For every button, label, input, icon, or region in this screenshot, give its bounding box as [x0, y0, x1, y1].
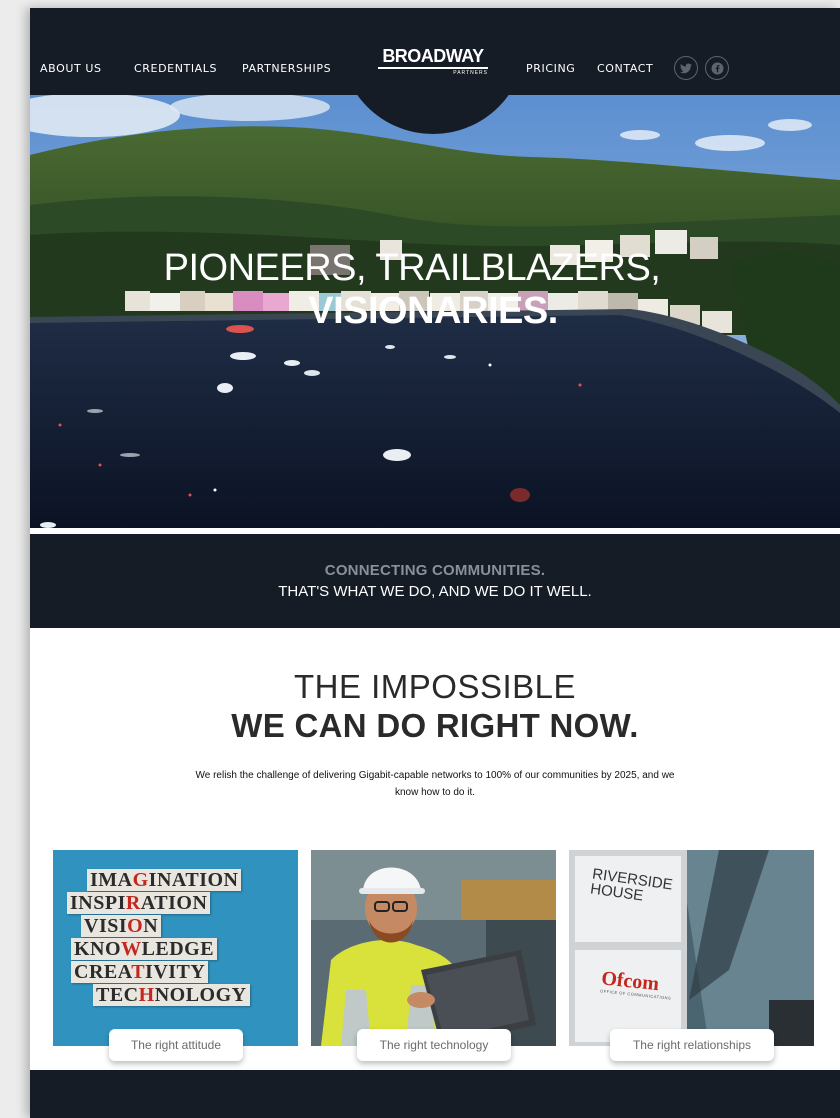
banner-heading: CONNECTING COMMUNITIES.	[324, 562, 546, 579]
word-red-letter: R	[125, 892, 141, 914]
word-red-letter: H	[138, 984, 155, 1006]
word-part: IVITY	[145, 961, 206, 983]
section-title-light: THE IMPOSSIBLE	[293, 668, 577, 705]
nav-about-us[interactable]: ABOUT US	[40, 62, 102, 75]
word-part: LEDGE	[141, 938, 215, 960]
word-vision: VISION	[81, 915, 162, 937]
word-knowledge: KNOWLEDGE	[71, 938, 218, 960]
engineer-photo	[311, 850, 556, 1046]
twitter-link[interactable]	[674, 56, 698, 80]
word-technology: TECHNOLOGY	[93, 984, 250, 1006]
word-part: ATION	[140, 892, 208, 914]
hero-heading-bold: VISIONARIES.	[30, 290, 840, 333]
nav-credentials[interactable]: CREDENTIALS	[134, 62, 217, 75]
word-inspiration: INSPIRATION	[67, 892, 211, 914]
word-part: TEC	[96, 984, 139, 1006]
window-top-gutter	[0, 0, 840, 8]
hero-section: PIONEERS, TRAILBLAZERS, VISIONARIES.	[30, 95, 840, 528]
word-part: CREA	[74, 961, 132, 983]
nav-partnerships[interactable]: PARTNERSHIPS	[242, 62, 331, 75]
word-part: IMA	[90, 869, 133, 891]
window-left-gutter	[0, 0, 30, 1118]
logo-sub-text: PARTNERS	[453, 70, 488, 76]
word-creativity: CREATIVITY	[71, 961, 209, 983]
facebook-link[interactable]	[705, 56, 729, 80]
word-red-letter: O	[127, 915, 144, 937]
facebook-icon	[711, 62, 723, 74]
word-part: VISI	[84, 915, 128, 937]
card-attitude-image[interactable]: IMAGINATION INSPIRATION VISION KNOWLEDGE…	[53, 850, 298, 1046]
page: ABOUT US CREDENTIALS PARTNERSHIPS PRICIN…	[30, 8, 840, 1118]
card-label-attitude[interactable]: The right attitude	[109, 1029, 243, 1061]
site-logo[interactable]: BROADWAY PARTNERS	[378, 46, 488, 76]
word-red-letter: G	[132, 869, 149, 891]
word-part: N	[143, 915, 159, 937]
hero-heading-light: PIONEERS, TRAILBLAZERS,	[30, 247, 840, 290]
hero-heading-light-text: PIONEERS, TRAILBLAZERS,	[163, 247, 661, 289]
twitter-icon	[680, 63, 692, 73]
tagline-banner: CONNECTING COMMUNITIES. THAT'S WHAT WE D…	[30, 534, 840, 628]
word-part: INSPI	[70, 892, 126, 914]
section-description: We relish the challenge of delivering Gi…	[195, 770, 675, 798]
card-label-relationships[interactable]: The right relationships	[610, 1029, 774, 1061]
card-relationships-image[interactable]: RIVERSIDE HOUSE Ofcom OFFICE OF COMMUNIC…	[569, 850, 814, 1046]
word-red-letter: W	[121, 938, 142, 960]
word-part: NOLOGY	[154, 984, 247, 1006]
card-technology-image[interactable]	[311, 850, 556, 1046]
hero-heading-bold-text: VISIONARIES.	[308, 290, 558, 332]
word-part: KNO	[74, 938, 122, 960]
footer-bar	[30, 1070, 840, 1118]
nav-contact[interactable]: CONTACT	[597, 62, 653, 75]
card-label-technology[interactable]: The right technology	[357, 1029, 511, 1061]
word-red-letter: T	[131, 961, 146, 983]
section-title-bold: WE CAN DO RIGHT NOW.	[231, 707, 639, 744]
word-part: INATION	[148, 869, 239, 891]
logo-main-text: BROADWAY	[378, 46, 488, 69]
banner-subheading: THAT'S WHAT WE DO, AND WE DO IT WELL.	[278, 583, 592, 600]
nav-pricing[interactable]: PRICING	[526, 62, 575, 75]
word-imagination: IMAGINATION	[87, 869, 242, 891]
